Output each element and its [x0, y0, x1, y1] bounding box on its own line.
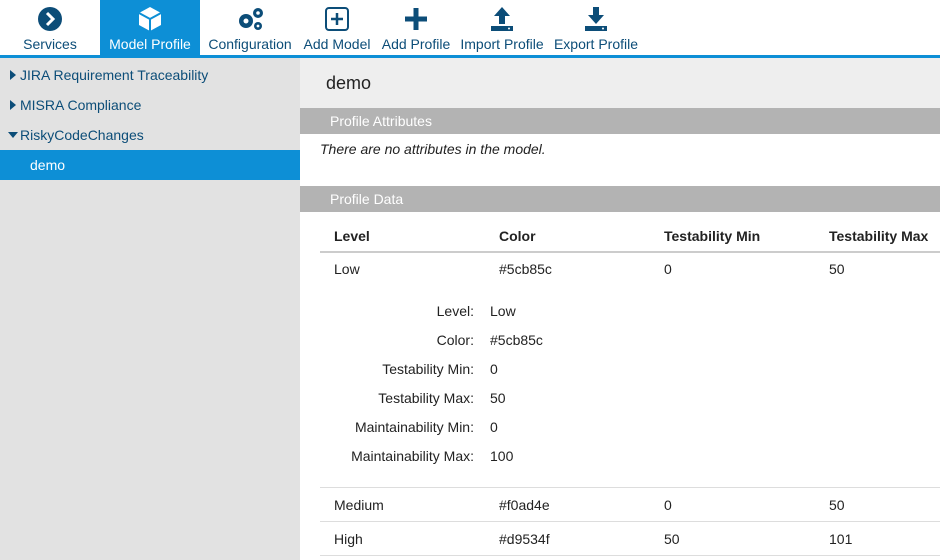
detail-value: 0 [490, 360, 498, 377]
sidebar-item-riskycodechanges[interactable]: RiskyCodeChanges [0, 120, 300, 150]
caret-down-icon[interactable] [6, 128, 20, 142]
cell-color: #d9534f [499, 530, 550, 547]
page-title: demo [300, 58, 940, 108]
model-profile-label: Model Profile [109, 36, 191, 52]
column-header-testability-max[interactable]: Testability Max [815, 220, 940, 253]
caret-right-icon[interactable] [6, 68, 20, 82]
sidebar: JIRA Requirement Traceability MISRA Comp… [0, 58, 300, 560]
cell-level: Low [334, 260, 360, 277]
detail-row: Maintainability Max: 100 [320, 441, 940, 470]
model-profile-button[interactable]: Model Profile [100, 0, 200, 55]
column-header-testability-min[interactable]: Testability Min [650, 220, 815, 253]
cell-color: #f0ad4e [499, 496, 550, 513]
detail-key: Testability Min: [382, 360, 474, 377]
detail-row: Testability Min: 0 [320, 354, 940, 383]
sidebar-item-label: demo [30, 157, 66, 173]
sidebar-item-jira[interactable]: JIRA Requirement Traceability [0, 60, 300, 90]
cell-testability-min: 0 [664, 496, 672, 513]
main-panel: demo Profile Attributes There are no att… [300, 58, 940, 560]
add-box-icon [322, 4, 352, 34]
toolbar: Services Model Profile Configuration Add… [0, 0, 940, 58]
detail-row: Testability Max: 50 [320, 383, 940, 412]
detail-row: Color: #5cb85c [320, 325, 940, 354]
detail-key: Maintainability Max: [351, 447, 474, 464]
add-model-label: Add Model [303, 36, 371, 52]
detail-key: Maintainability Min: [354, 418, 474, 435]
cube-icon [135, 4, 165, 34]
services-button[interactable]: Services [0, 0, 100, 55]
detail-value: #5cb85c [490, 331, 543, 348]
download-icon [581, 4, 611, 34]
cell-level: Medium [334, 496, 384, 513]
cell-testability-min: 50 [664, 530, 680, 547]
no-attributes-message: There are no attributes in the model. [320, 141, 546, 157]
sidebar-item-label: MISRA Compliance [20, 97, 142, 113]
detail-key: Testability Max: [378, 389, 474, 406]
chevron-right-circle-icon [35, 4, 65, 34]
caret-right-icon[interactable] [6, 98, 20, 112]
table-row[interactable]: Low #5cb85c 0 50 [320, 252, 940, 285]
column-header-level[interactable]: Level [320, 220, 485, 253]
add-model-button[interactable]: Add Model [300, 0, 374, 55]
detail-row: Maintainability Min: 0 [320, 412, 940, 441]
detail-value: Low [490, 302, 516, 319]
detail-row: Level: Low [320, 296, 940, 325]
sidebar-item-demo[interactable]: demo [0, 150, 300, 180]
cell-color: #5cb85c [499, 260, 552, 277]
configuration-button[interactable]: Configuration [200, 0, 300, 55]
profile-data-heading: Profile Data [300, 186, 940, 212]
upload-icon [487, 4, 517, 34]
sidebar-item-label: JIRA Requirement Traceability [20, 67, 209, 83]
plus-icon [401, 4, 431, 34]
table-row[interactable]: Medium #f0ad4e 0 50 [320, 488, 940, 521]
row-divider [320, 555, 940, 556]
sidebar-item-label: RiskyCodeChanges [20, 127, 144, 143]
table-row[interactable]: High #d9534f 50 101 [320, 522, 940, 555]
cell-testability-max: 50 [829, 260, 845, 277]
services-label: Services [23, 36, 77, 52]
profile-data-table: Level Color Testability Min Testability … [320, 220, 940, 253]
cell-level: High [334, 530, 363, 547]
detail-value: 0 [490, 418, 498, 435]
column-header-color[interactable]: Color [485, 220, 650, 253]
table-header-row: Level Color Testability Min Testability … [320, 220, 940, 253]
detail-value: 50 [490, 389, 506, 406]
gears-icon [235, 4, 265, 34]
cell-testability-max: 50 [829, 496, 845, 513]
cell-testability-max: 101 [829, 530, 853, 547]
import-profile-label: Import Profile [460, 36, 544, 52]
detail-value: 100 [490, 447, 514, 464]
row-detail-panel: Level: Low Color: #5cb85c Testability Mi… [320, 296, 940, 470]
export-profile-button[interactable]: Export Profile [552, 0, 640, 55]
export-profile-label: Export Profile [553, 36, 639, 52]
sidebar-item-misra[interactable]: MISRA Compliance [0, 90, 300, 120]
detail-key: Color: [436, 331, 474, 348]
add-profile-label: Add Profile [381, 36, 451, 52]
cell-testability-min: 0 [664, 260, 672, 277]
add-profile-button[interactable]: Add Profile [380, 0, 452, 55]
detail-key: Level: [436, 302, 474, 319]
configuration-label: Configuration [208, 36, 292, 52]
import-profile-button[interactable]: Import Profile [460, 0, 544, 55]
profile-attributes-heading: Profile Attributes [300, 108, 940, 134]
